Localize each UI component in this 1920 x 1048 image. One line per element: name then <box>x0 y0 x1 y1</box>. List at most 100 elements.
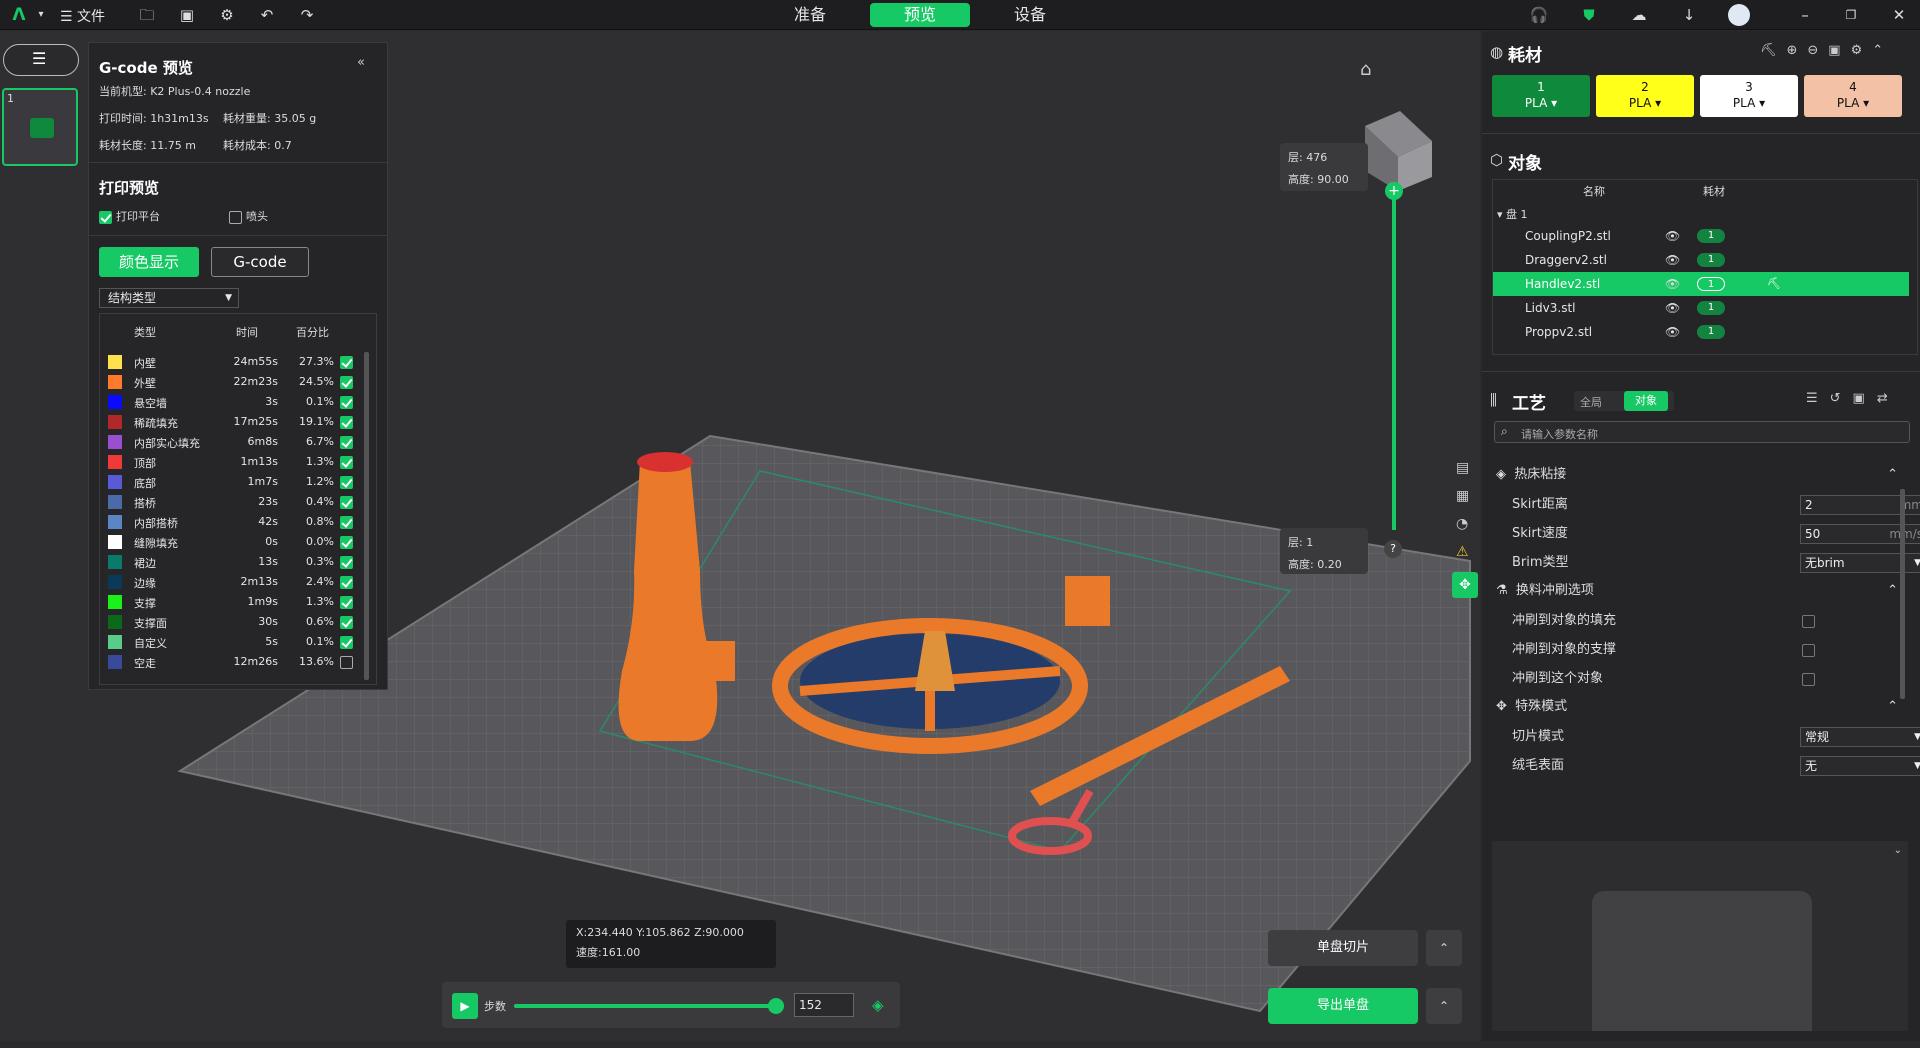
filament-slot[interactable]: 3 PLA ▾ <box>1700 75 1798 117</box>
filament-slot[interactable]: 1 PLA ▾ <box>1492 75 1590 117</box>
slice-options-chevron-icon[interactable]: ⌃ <box>1426 930 1462 966</box>
eye-icon[interactable]: 👁 <box>1665 272 1680 296</box>
legend-visibility-checkbox[interactable] <box>340 475 353 489</box>
warning-icon[interactable]: ⚠ <box>1456 544 1469 560</box>
fuzzy-skin-select[interactable]: 无 ▼ <box>1800 756 1920 776</box>
color-swatch <box>108 575 122 589</box>
legend-visibility-checkbox[interactable] <box>340 355 353 369</box>
chevron-down-icon[interactable]: ⌄ <box>1894 845 1902 856</box>
object-filament-badge[interactable]: 1 <box>1697 325 1725 339</box>
file-menu[interactable]: ☰ 文件 <box>60 6 105 26</box>
legend-visibility-checkbox[interactable] <box>340 615 353 629</box>
plate-thumbnail[interactable]: 1 <box>2 88 78 166</box>
undo-icon[interactable]: ↶ <box>256 4 278 26</box>
legend-visibility-checkbox[interactable] <box>340 595 353 609</box>
filament-slot[interactable]: 4 PLA ▾ <box>1804 75 1902 117</box>
headset-icon[interactable]: 🎧 <box>1528 4 1550 26</box>
object-filament-badge[interactable]: 1 <box>1697 229 1725 243</box>
eye-icon[interactable]: 👁 <box>1665 320 1680 344</box>
legend-visibility-checkbox[interactable] <box>340 495 353 509</box>
eye-icon[interactable]: 👁 <box>1665 224 1680 248</box>
settings-icon[interactable]: ⚙ <box>216 4 238 26</box>
redo-icon[interactable]: ↷ <box>296 4 318 26</box>
object-filament-badge[interactable]: 1 <box>1697 277 1725 291</box>
special-mode-icon[interactable]: ✥ <box>1452 572 1478 598</box>
flush-infill-checkbox[interactable] <box>1802 615 1815 628</box>
chevron-down-icon[interactable]: ▾ <box>30 4 52 26</box>
object-row[interactable]: Handlev2.stl 👁 1 ⛏ <box>1493 272 1909 296</box>
tab-device[interactable]: 设备 <box>990 3 1070 27</box>
nozzle-checkbox[interactable]: 喷头 <box>229 208 268 224</box>
legend-visibility-checkbox[interactable] <box>340 435 353 449</box>
paint-icon[interactable]: ⛏ <box>1767 272 1781 296</box>
flush-support-checkbox[interactable] <box>1802 644 1815 657</box>
bed-checkbox[interactable]: 打印平台 <box>99 208 160 224</box>
export-plate-button[interactable]: 导出单盘 <box>1268 988 1418 1024</box>
legend-visibility-checkbox[interactable] <box>340 415 353 429</box>
step-input[interactable]: 152 <box>794 993 854 1017</box>
open-folder-icon[interactable]: 🗀 <box>136 4 158 26</box>
legend-scrollbar[interactable] <box>364 352 369 680</box>
steps-handle[interactable] <box>767 998 784 1014</box>
scope-toggle[interactable]: 全局 对象 <box>1574 391 1674 411</box>
tab-prepare[interactable]: 准备 <box>770 3 850 27</box>
eye-icon[interactable]: 👁 <box>1665 296 1680 320</box>
legend-visibility-checkbox[interactable] <box>340 575 353 589</box>
play-icon[interactable]: ▶ <box>452 993 478 1019</box>
object-row[interactable]: Draggerv2.stl 👁 1 <box>1493 248 1909 272</box>
color-display-button[interactable]: 颜色显示 <box>99 247 199 277</box>
group-purge[interactable]: ⚗ 换料冲刷选项 ⌃ <box>1496 579 1906 603</box>
export-options-chevron-icon[interactable]: ⌃ <box>1426 988 1462 1024</box>
group-special[interactable]: ✥ 特殊模式 ⌃ <box>1496 695 1906 719</box>
slice-mode-select[interactable]: 常规 ▼ <box>1800 727 1920 747</box>
process-toolbar-icons[interactable]: ☰↺▣⇄ <box>1806 391 1900 406</box>
legend-visibility-checkbox[interactable] <box>340 635 353 649</box>
slice-plate-button[interactable]: 单盘切片 <box>1268 930 1418 966</box>
tab-preview[interactable]: 预览 <box>870 3 970 27</box>
object-filament-badge[interactable]: 1 <box>1697 253 1725 267</box>
eye-icon[interactable]: 👁 <box>1665 248 1680 272</box>
toggle-global[interactable]: 全局 <box>1580 394 1602 410</box>
legend-visibility-checkbox[interactable] <box>340 655 353 669</box>
legend-visibility-checkbox[interactable] <box>340 515 353 529</box>
layers-button[interactable]: ☰ <box>3 44 79 76</box>
layer-slider-track[interactable] <box>1392 190 1396 530</box>
collapse-icon[interactable]: « <box>357 55 365 70</box>
toggle-object[interactable]: 对象 <box>1624 391 1668 411</box>
download-icon[interactable]: ↓ <box>1678 4 1700 26</box>
object-row[interactable]: Proppv2.stl 👁 1 <box>1493 320 1909 344</box>
layer-slider-top-handle[interactable]: + <box>1385 182 1403 200</box>
params-scrollbar[interactable] <box>1900 489 1905 699</box>
object-filament-badge[interactable]: 1 <box>1697 301 1725 315</box>
object-row[interactable]: Lidv3.stl 👁 1 <box>1493 296 1909 320</box>
gcode-button[interactable]: G-code <box>211 247 309 277</box>
shield-icon[interactable]: ⛊ <box>1578 4 1600 26</box>
filament-slot[interactable]: 2 PLA ▾ <box>1596 75 1694 117</box>
filament-toolbar-icons[interactable]: ⛏⊕⊖▣⚙⌃ <box>1760 43 1893 58</box>
legend-visibility-checkbox[interactable] <box>340 555 353 569</box>
legend-visibility-checkbox[interactable] <box>340 375 353 389</box>
help-icon[interactable]: ? <box>1384 540 1402 558</box>
app-logo-icon[interactable]: Λ <box>8 4 30 26</box>
grid-view-icon[interactable]: ▦ <box>1456 488 1469 504</box>
structure-type-dropdown[interactable]: 结构类型 ▼ <box>99 288 239 308</box>
layer-view-icon[interactable]: ▤ <box>1456 460 1469 476</box>
layers-toggle-icon[interactable]: ◈ <box>872 996 884 1014</box>
legend-visibility-checkbox[interactable] <box>340 455 353 469</box>
plate-row[interactable]: ▾ 盘 1 <box>1497 206 1528 222</box>
legend-visibility-checkbox[interactable] <box>340 535 353 549</box>
speed-icon[interactable]: ◔ <box>1456 516 1468 532</box>
close-icon[interactable]: ✕ <box>1888 4 1910 26</box>
legend-visibility-checkbox[interactable] <box>340 395 353 409</box>
cloud-upload-icon[interactable]: ☁ <box>1628 4 1650 26</box>
restore-icon[interactable]: ❐ <box>1840 4 1862 26</box>
flush-object-checkbox[interactable] <box>1802 673 1815 686</box>
steps-track[interactable] <box>514 998 784 1014</box>
param-search-input[interactable]: ⌕ 请输入参数名称 <box>1494 421 1910 443</box>
object-row[interactable]: CouplingP2.stl 👁 1 <box>1493 224 1909 248</box>
home-icon[interactable]: ⌂ <box>1360 59 1371 80</box>
group-bed-adhesion[interactable]: ◈ 热床粘接 ⌃ <box>1496 463 1906 487</box>
avatar[interactable] <box>1728 4 1750 26</box>
minimize-icon[interactable]: – <box>1794 4 1816 26</box>
save-icon[interactable]: ▣ <box>176 4 198 26</box>
